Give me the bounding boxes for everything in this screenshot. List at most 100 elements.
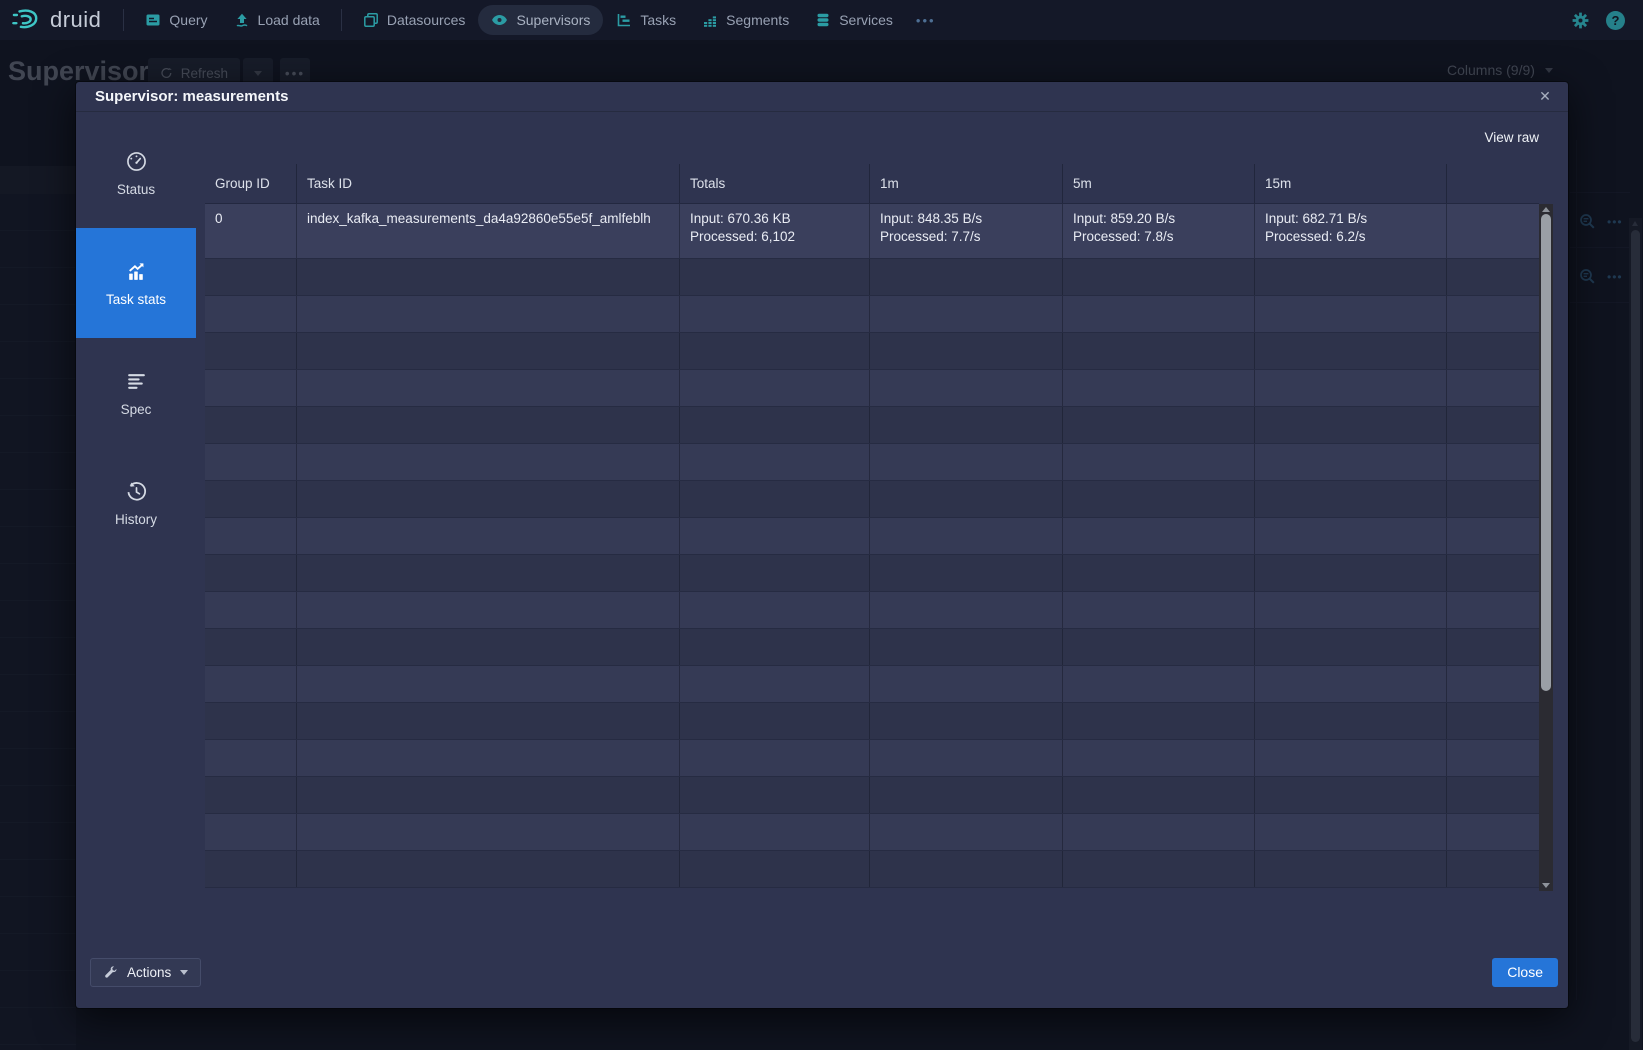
empty-cell <box>870 740 1063 776</box>
empty-cell <box>680 481 870 517</box>
column-header-group-id[interactable]: Group ID <box>205 164 297 203</box>
tab-status[interactable]: Status <box>76 118 196 228</box>
cell-spacer <box>1447 204 1539 258</box>
empty-cell <box>1063 518 1255 554</box>
table-row <box>205 777 1539 814</box>
cell-totals: Input: 670.36 KB Processed: 6,102 <box>680 204 870 258</box>
druid-brand[interactable]: druid <box>0 7 115 33</box>
gear-icon[interactable] <box>1571 11 1590 30</box>
column-header-totals[interactable]: Totals <box>680 164 870 203</box>
table-scrollbar-thumb[interactable] <box>1541 214 1551 691</box>
scroll-up-icon[interactable] <box>1542 207 1550 212</box>
empty-cell <box>205 481 297 517</box>
empty-cell <box>870 592 1063 628</box>
table-row <box>205 555 1539 592</box>
empty-cell <box>680 407 870 443</box>
druid-console: druid Query Load data Datasources <box>0 0 1643 1050</box>
tab-task-stats[interactable]: Task stats <box>76 228 196 338</box>
tab-spec[interactable]: Spec <box>76 338 196 448</box>
dialog-footer: Actions Close <box>76 950 1568 1008</box>
table-row <box>205 814 1539 851</box>
column-header-5m[interactable]: 5m <box>1063 164 1255 203</box>
empty-cell <box>297 370 680 406</box>
empty-cell <box>870 370 1063 406</box>
empty-cell <box>1063 259 1255 295</box>
m5-processed: Processed: 7.8/s <box>1073 228 1246 246</box>
table-row <box>205 703 1539 740</box>
empty-cell <box>680 333 870 369</box>
empty-cell <box>870 814 1063 850</box>
empty-cell <box>205 333 297 369</box>
empty-cell <box>205 851 297 887</box>
bar-chart-icon <box>702 12 718 28</box>
table-row <box>205 333 1539 370</box>
empty-cell <box>205 814 297 850</box>
gauge-icon <box>125 150 148 173</box>
empty-cell <box>1447 592 1539 628</box>
cell-task-id: index_kafka_measurements_da4a92860e55e5f… <box>297 204 680 258</box>
nav-item-segments[interactable]: Segments <box>689 5 802 35</box>
table-scrollbar[interactable] <box>1539 204 1553 891</box>
table-row <box>205 481 1539 518</box>
druid-logo-icon <box>10 7 42 33</box>
nav-item-datasources[interactable]: Datasources <box>350 5 479 35</box>
empty-cell <box>1063 703 1255 739</box>
column-header-1m[interactable]: 1m <box>870 164 1063 203</box>
empty-cell <box>1447 444 1539 480</box>
empty-cell <box>680 851 870 887</box>
empty-cell <box>1447 259 1539 295</box>
totals-input: Input: 670.36 KB <box>690 210 861 228</box>
empty-cell <box>1255 296 1447 332</box>
scroll-down-icon[interactable] <box>1542 883 1550 888</box>
empty-cell <box>870 851 1063 887</box>
table-row <box>205 851 1539 888</box>
datasources-icon <box>363 12 379 28</box>
empty-cell <box>1063 851 1255 887</box>
nav-item-load-data[interactable]: Load data <box>221 5 333 35</box>
empty-cell <box>297 259 680 295</box>
table-row <box>205 629 1539 666</box>
totals-processed: Processed: 6,102 <box>690 228 861 246</box>
nav-item-services[interactable]: Services <box>802 5 906 35</box>
empty-cell <box>297 444 680 480</box>
cell-group-id: 0 <box>205 204 297 258</box>
empty-cell <box>870 444 1063 480</box>
nav-item-query[interactable]: Query <box>132 5 220 35</box>
close-icon[interactable]: ✕ <box>1534 86 1556 108</box>
empty-cell <box>1063 370 1255 406</box>
table-row <box>205 259 1539 296</box>
dialog-title: Supervisor: measurements <box>76 88 288 105</box>
empty-cell <box>297 555 680 591</box>
empty-cell <box>297 296 680 332</box>
database-icon <box>815 12 831 28</box>
empty-cell <box>297 333 680 369</box>
empty-cell <box>297 481 680 517</box>
table-body <box>205 259 1539 888</box>
empty-cell <box>297 777 680 813</box>
nav-divider <box>341 9 342 31</box>
empty-cell <box>1063 407 1255 443</box>
view-raw-link[interactable]: View raw <box>1484 130 1539 145</box>
column-header-task-id[interactable]: Task ID <box>297 164 680 203</box>
empty-cell <box>1063 555 1255 591</box>
empty-cell <box>1447 370 1539 406</box>
empty-cell <box>1447 851 1539 887</box>
empty-cell <box>870 481 1063 517</box>
nav-item-tasks[interactable]: Tasks <box>603 5 689 35</box>
close-button[interactable]: Close <box>1492 958 1558 987</box>
actions-button[interactable]: Actions <box>90 958 201 987</box>
nav-item-supervisors[interactable]: Supervisors <box>478 5 603 35</box>
column-header-15m[interactable]: 15m <box>1255 164 1447 203</box>
empty-cell <box>1447 629 1539 665</box>
empty-cell <box>680 555 870 591</box>
empty-cell <box>680 370 870 406</box>
gantt-icon <box>616 12 632 28</box>
empty-cell <box>205 259 297 295</box>
tab-history[interactable]: History <box>76 448 196 558</box>
table-row: 0 index_kafka_measurements_da4a92860e55e… <box>205 204 1539 259</box>
console-icon <box>145 12 161 28</box>
empty-cell <box>680 666 870 702</box>
nav-more-button[interactable]: ••• <box>906 13 946 28</box>
empty-cell <box>1255 407 1447 443</box>
help-icon[interactable]: ? <box>1606 11 1625 30</box>
